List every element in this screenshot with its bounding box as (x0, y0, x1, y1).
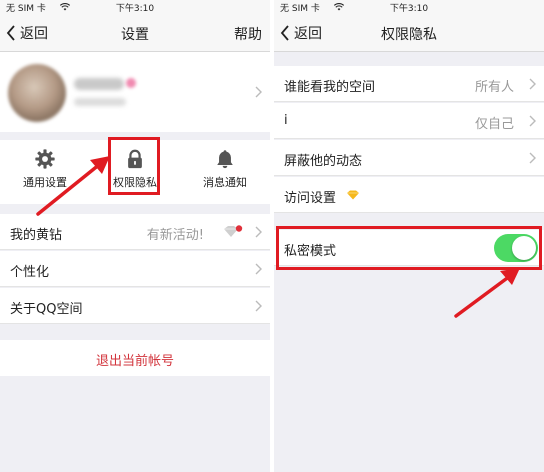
page-title: 权限隐私 (381, 27, 437, 43)
new-activity-text: 有新活动! (146, 228, 204, 243)
settings-screen: 无 SIM 卡 下午3:10 返回 设置 帮助 通用设置 权限隐私 消息通知 我… (0, 0, 270, 472)
logout-label: 退出当前帐号 (95, 354, 174, 369)
blurred-badge (126, 78, 136, 88)
who-can-view-label: 谁能看我的空间 (284, 80, 376, 95)
chevron-right-icon (255, 263, 262, 275)
clock-text: 下午3:10 (389, 4, 429, 14)
chevron-right-icon (529, 152, 536, 164)
status-bar: 无 SIM 卡 下午3:10 (0, 0, 270, 14)
visibility-row[interactable]: i 仅自己 (274, 103, 544, 139)
visibility-value: 仅自己 (474, 117, 514, 132)
block-feed-row[interactable]: 屏蔽他的动态 (274, 140, 544, 176)
pointer-arrow-icon (454, 268, 520, 318)
personalization-row[interactable]: 个性化 (0, 251, 270, 287)
yellow-diamond-row[interactable]: 我的黄钻 有新活动! (0, 214, 270, 250)
access-settings-row[interactable]: 访问设置 (274, 177, 544, 213)
about-qzone-row[interactable]: 关于QQ空间 (0, 288, 270, 324)
avatar (8, 64, 66, 122)
clock-text: 下午3:10 (115, 4, 155, 14)
block-feed-label: 屏蔽他的动态 (284, 154, 363, 169)
personalization-label: 个性化 (10, 265, 50, 280)
about-qzone-label: 关于QQ空间 (10, 302, 83, 317)
profile-card[interactable] (0, 52, 270, 132)
who-can-view-value: 所有人 (474, 80, 514, 95)
status-bar: 无 SIM 卡 下午3:10 (274, 0, 544, 14)
chevron-right-icon (529, 78, 536, 90)
gear-icon (35, 149, 55, 169)
notifications-button[interactable]: 消息通知 (180, 140, 270, 204)
access-settings-label: 访问设置 (284, 191, 337, 206)
diamond-badge-icon (224, 225, 243, 237)
privacy-permissions-screen: 无 SIM 卡 下午3:10 返回 权限隐私 谁能看我的空间 所有人 i 仅自己… (274, 0, 544, 472)
blurred-subtitle (74, 98, 126, 106)
page-title: 设置 (121, 27, 149, 43)
yellow-diamond-label: 我的黄钻 (10, 228, 63, 243)
highlight-box (276, 226, 542, 270)
blurred-username (74, 78, 124, 90)
chevron-right-icon (529, 115, 536, 127)
nav-bar: 返回 设置 帮助 (0, 14, 270, 52)
help-button[interactable]: 帮助 (234, 24, 262, 44)
logout-button[interactable]: 退出当前帐号 (0, 340, 270, 376)
general-settings-label: 通用设置 (23, 176, 67, 189)
chevron-right-icon (255, 300, 262, 312)
chevron-right-icon (255, 86, 262, 98)
notifications-label: 消息通知 (203, 176, 247, 189)
bell-icon (217, 150, 233, 169)
chevron-right-icon (255, 226, 262, 238)
highlight-box (108, 137, 160, 195)
yellow-diamond-icon (347, 190, 359, 200)
who-can-view-row[interactable]: 谁能看我的空间 所有人 (274, 66, 544, 102)
general-settings-button[interactable]: 通用设置 (0, 140, 90, 204)
visibility-label: i (284, 113, 288, 128)
nav-bar: 返回 权限隐私 (274, 14, 544, 52)
